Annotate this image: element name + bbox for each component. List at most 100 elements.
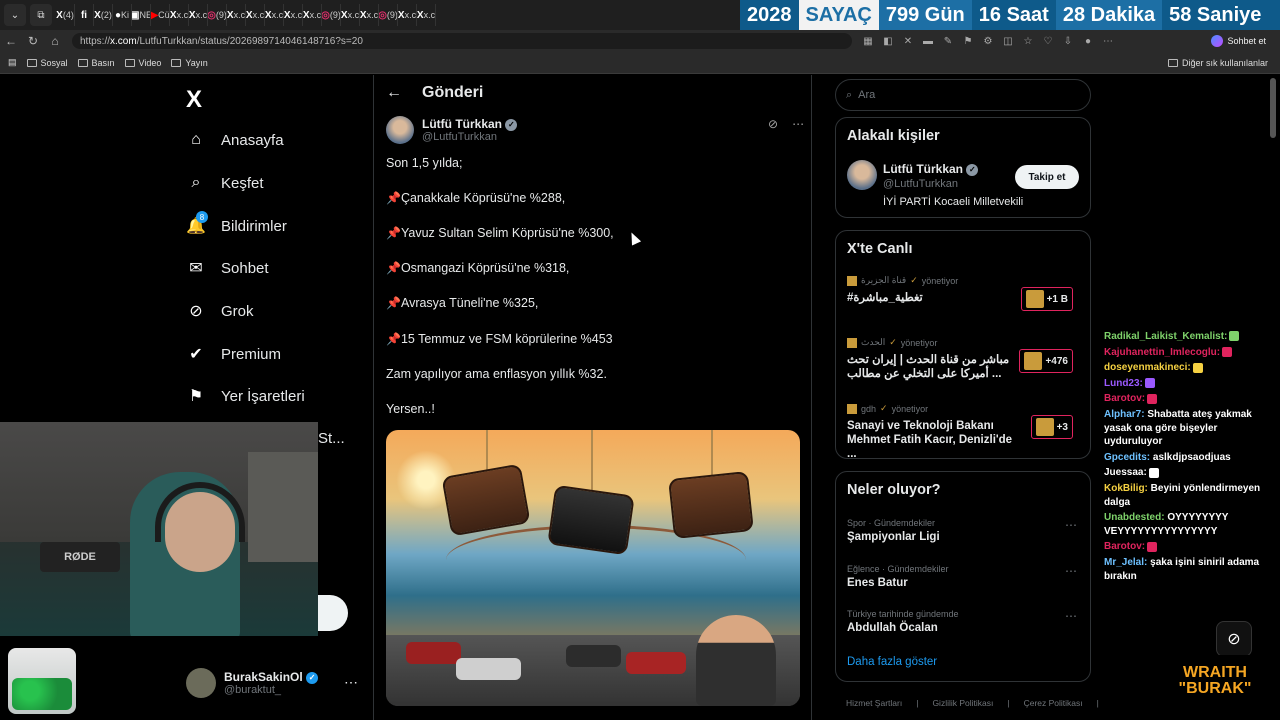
grok-explain-icon[interactable]: ⊘ xyxy=(768,117,778,131)
browser-tab[interactable]: ▣NE xyxy=(132,4,151,26)
browser-tab[interactable]: Xx.c xyxy=(341,4,360,26)
bookmark-folder[interactable]: Sosyal xyxy=(26,58,68,68)
tab-label: x.c xyxy=(271,10,284,20)
split-screen-icon[interactable]: ◫ xyxy=(998,36,1018,47)
trend-more-icon[interactable]: ⋯ xyxy=(1065,518,1077,532)
live-item[interactable]: gdh ✓ yönetiyor Sanayi ve Teknoloji Bakanı … xyxy=(847,403,1083,461)
browser-tab[interactable]: fi xyxy=(75,4,94,26)
emote-icon xyxy=(1222,346,1233,357)
counter-label: SAYAÇ xyxy=(798,0,879,30)
browser-tab[interactable]: Xx.c xyxy=(360,4,379,26)
post-line: 📌Avrasya Tüneli'ne %325, xyxy=(386,296,538,310)
related-avatar[interactable] xyxy=(847,160,877,190)
workspaces-icon[interactable]: ⧉ xyxy=(30,4,52,26)
footer-link[interactable]: Hizmet Şartları xyxy=(846,698,902,708)
extension-icon[interactable]: ▦ xyxy=(858,36,878,47)
notification-badge: 8 xyxy=(196,211,208,223)
downloads-icon[interactable]: ⇩ xyxy=(1058,36,1078,47)
browser-tab[interactable]: X (2) xyxy=(94,4,113,26)
browser-tab[interactable]: ▶ Cü xyxy=(151,4,170,26)
post-more-icon[interactable]: ⋯ xyxy=(792,117,804,131)
extension-icon[interactable]: ◧ xyxy=(878,36,898,47)
browser-tab[interactable]: Xx.c xyxy=(189,4,208,26)
browser-tab[interactable]: ● Ki xyxy=(113,4,132,26)
chat-username: Radikal_Laikist_Kemalist: xyxy=(1104,331,1228,342)
account-switcher[interactable]: BurakSakinOl ✓ @buraktut_ ⋯ xyxy=(186,668,358,698)
menu-icon[interactable]: ⋯ xyxy=(1098,36,1118,47)
show-more-link[interactable]: Daha fazla göster xyxy=(847,656,937,668)
collections-icon[interactable]: ♡ xyxy=(1038,36,1058,47)
live-item[interactable]: قناة الجزيرة ✓ yönetiyor #تغطية_مباشرة +1 B xyxy=(847,275,1083,311)
post-author[interactable]: Lütfü Türkkan ✓ @LutfuTurkkan xyxy=(386,116,518,144)
bookmark-folder[interactable]: Yayın xyxy=(171,58,208,68)
back-icon[interactable]: ← xyxy=(0,34,22,48)
bookmark-label: Video xyxy=(138,57,162,68)
browser-tab[interactable]: Xx.c xyxy=(265,4,284,26)
sidebar-item-grok[interactable]: ⊘ Grok xyxy=(186,301,253,321)
address-bar[interactable]: https://x.com/LutfuTurkkan/status/202698… xyxy=(72,33,852,49)
microphone-image: RØDE xyxy=(40,542,120,572)
post-image[interactable] xyxy=(386,430,800,706)
browser-tab[interactable]: X (4) xyxy=(56,4,75,26)
x-logo-icon[interactable]: X xyxy=(186,86,202,114)
footer-link[interactable]: Çerez Politikası xyxy=(1024,698,1083,708)
sidebar-item-keşfet[interactable]: ⌕ Keşfet xyxy=(186,173,264,193)
footer-link[interactable]: Gizlilik Politikası xyxy=(932,698,993,708)
trend-more-icon[interactable]: ⋯ xyxy=(1065,609,1077,623)
tab-label: x.c xyxy=(366,10,379,20)
listener-count[interactable]: +476 xyxy=(1019,349,1073,373)
browser-tab[interactable]: ◎ (9) xyxy=(322,4,341,26)
profile-avatar-icon[interactable]: ● xyxy=(1078,36,1098,47)
post-line-text: 15 Temmuz ve FSM köprülerine %453 xyxy=(400,332,613,346)
extension-icon[interactable]: ⚑ xyxy=(958,36,978,47)
browser-tab[interactable]: Xx.c xyxy=(170,4,189,26)
other-bookmarks[interactable]: Diğer sık kullanılanlar xyxy=(1167,58,1268,68)
home-browser-icon[interactable]: ⌂ xyxy=(44,34,66,48)
trend-item[interactable]: Eğlence · Gündemdekiler Enes Batur ⋯ xyxy=(847,564,1083,589)
tab-list-button[interactable]: ⌄ xyxy=(4,4,26,26)
trend-item[interactable]: Spor · Gündemdekiler Şampiyonlar Ligi ⋯ xyxy=(847,518,1083,543)
nav-more-partial[interactable]: St... xyxy=(318,430,345,447)
browser-tab[interactable]: Xx.c xyxy=(284,4,303,26)
extension-icon[interactable]: ✕ xyxy=(898,36,918,47)
browser-tab[interactable]: ◎ (9) xyxy=(379,4,398,26)
extension-icon[interactable]: ✎ xyxy=(938,36,958,47)
chat-message: Lund23: xyxy=(1104,377,1270,391)
extensions-puzzle-icon[interactable]: ⚙ xyxy=(978,36,998,47)
browser-tab[interactable]: ◎ (9) xyxy=(208,4,227,26)
follow-button[interactable]: Takip et xyxy=(1015,165,1079,189)
sidebar-item-sohbet[interactable]: ✉ Sohbet xyxy=(186,258,268,278)
browser-tab[interactable]: Xx.c xyxy=(227,4,246,26)
browser-tab[interactable]: Xx.c xyxy=(398,4,417,26)
back-arrow-icon[interactable]: ← xyxy=(386,84,402,102)
reload-icon[interactable]: ↻ xyxy=(22,34,44,48)
browser-tab[interactable]: Xx.c xyxy=(303,4,322,26)
sidebar-item-bildirimler[interactable]: 🔔 8 Bildirimler xyxy=(186,211,287,236)
extension-icon[interactable]: ▬ xyxy=(918,36,938,47)
listener-count[interactable]: +3 xyxy=(1030,415,1073,439)
bookmark-folder[interactable]: Basın xyxy=(77,58,115,68)
trend-item[interactable]: Türkiye tarihinde gündemde Abdullah Öcala… xyxy=(847,609,1083,634)
search-input[interactable]: ⌕ Ara xyxy=(835,79,1091,111)
footer-links: Hizmet Şartları | Gizlilik Politikası | Çere… xyxy=(846,698,1099,708)
bookmarks-menu-icon[interactable]: ▤ xyxy=(8,57,17,68)
bookmark-folder[interactable]: Video xyxy=(124,57,162,68)
favorites-icon[interactable]: ☆ xyxy=(1018,36,1038,47)
verified-badge-icon: ✓ xyxy=(306,671,319,684)
author-avatar[interactable] xyxy=(386,116,414,144)
related-name-row[interactable]: Lütfü Türkkan ✓ xyxy=(883,162,979,176)
listener-count[interactable]: +1 B xyxy=(1020,287,1073,311)
live-item[interactable]: الحدث ✓ yönetiyor مباشر من قناة الحدث | إير… xyxy=(847,337,1083,381)
grok-fab-icon[interactable]: ⊘ xyxy=(1216,621,1252,657)
sidebar-item-anasayfa[interactable]: ⌂ Anasayfa xyxy=(186,130,283,150)
trend-more-icon[interactable]: ⋯ xyxy=(1065,564,1077,578)
copilot-chat-button[interactable]: Sohbet et xyxy=(1211,35,1266,47)
more-options-icon[interactable]: ⋯ xyxy=(344,674,358,691)
browser-tab[interactable]: Xx.c xyxy=(246,4,265,26)
related-bio: İYİ PARTİ Kocaeli Milletvekili xyxy=(883,196,1024,208)
tab-favicon-icon: X xyxy=(341,9,348,21)
scrollbar[interactable] xyxy=(1270,78,1276,138)
browser-tab[interactable]: Xx.c xyxy=(417,4,436,26)
sidebar-item-yer-i-şaretleri[interactable]: ⚑ Yer İşaretleri xyxy=(186,386,305,406)
sidebar-item-premium[interactable]: ✔ Premium xyxy=(186,344,281,364)
